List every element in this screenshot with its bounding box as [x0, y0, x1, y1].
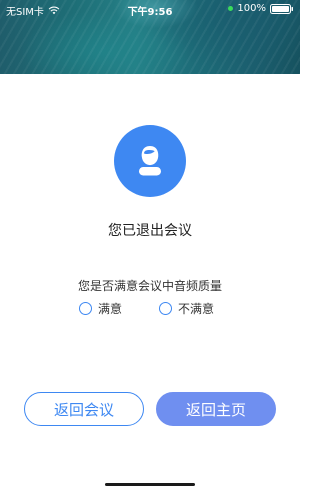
page-title: 您已退出会议 — [108, 223, 192, 239]
status-bar: 无SIM卡 下午9:56 100% — [0, 0, 300, 20]
home-indicator[interactable] — [105, 483, 195, 486]
radio-circle-icon[interactable] — [79, 302, 92, 315]
app-screen: 无SIM卡 下午9:56 100% 您已退出会议 您是否满意会议中音频质量 满意… — [0, 0, 300, 494]
status-time: 下午9:56 — [127, 7, 173, 18]
status-right: 100% — [228, 3, 294, 14]
status-left: 无SIM卡 — [6, 3, 60, 18]
user-icon — [139, 146, 161, 176]
audio-quality-radio-group: 满意 不满意 — [0, 300, 300, 318]
carrier-label: 无SIM卡 — [6, 7, 44, 18]
back-to-meeting-button[interactable]: 返回会议 — [24, 392, 144, 426]
content-area: 您已退出会议 您是否满意会议中音频质量 满意 不满意 — [0, 74, 300, 494]
radio-option-unsatisfied[interactable]: 不满意 — [159, 300, 214, 317]
survey-question: 您是否满意会议中音频质量 — [77, 279, 222, 293]
radio-label-unsatisfied: 不满意 — [178, 302, 215, 316]
charging-indicator-icon — [228, 6, 234, 11]
radio-circle-icon[interactable] — [159, 302, 172, 315]
battery-icon — [270, 3, 294, 14]
back-to-home-button[interactable]: 返回主页 — [156, 392, 276, 426]
wifi-icon — [48, 6, 60, 15]
avatar — [114, 125, 186, 197]
battery-percent: 100% — [237, 3, 266, 14]
radio-option-satisfied[interactable]: 满意 — [79, 300, 122, 317]
radio-label-satisfied: 满意 — [98, 302, 123, 316]
